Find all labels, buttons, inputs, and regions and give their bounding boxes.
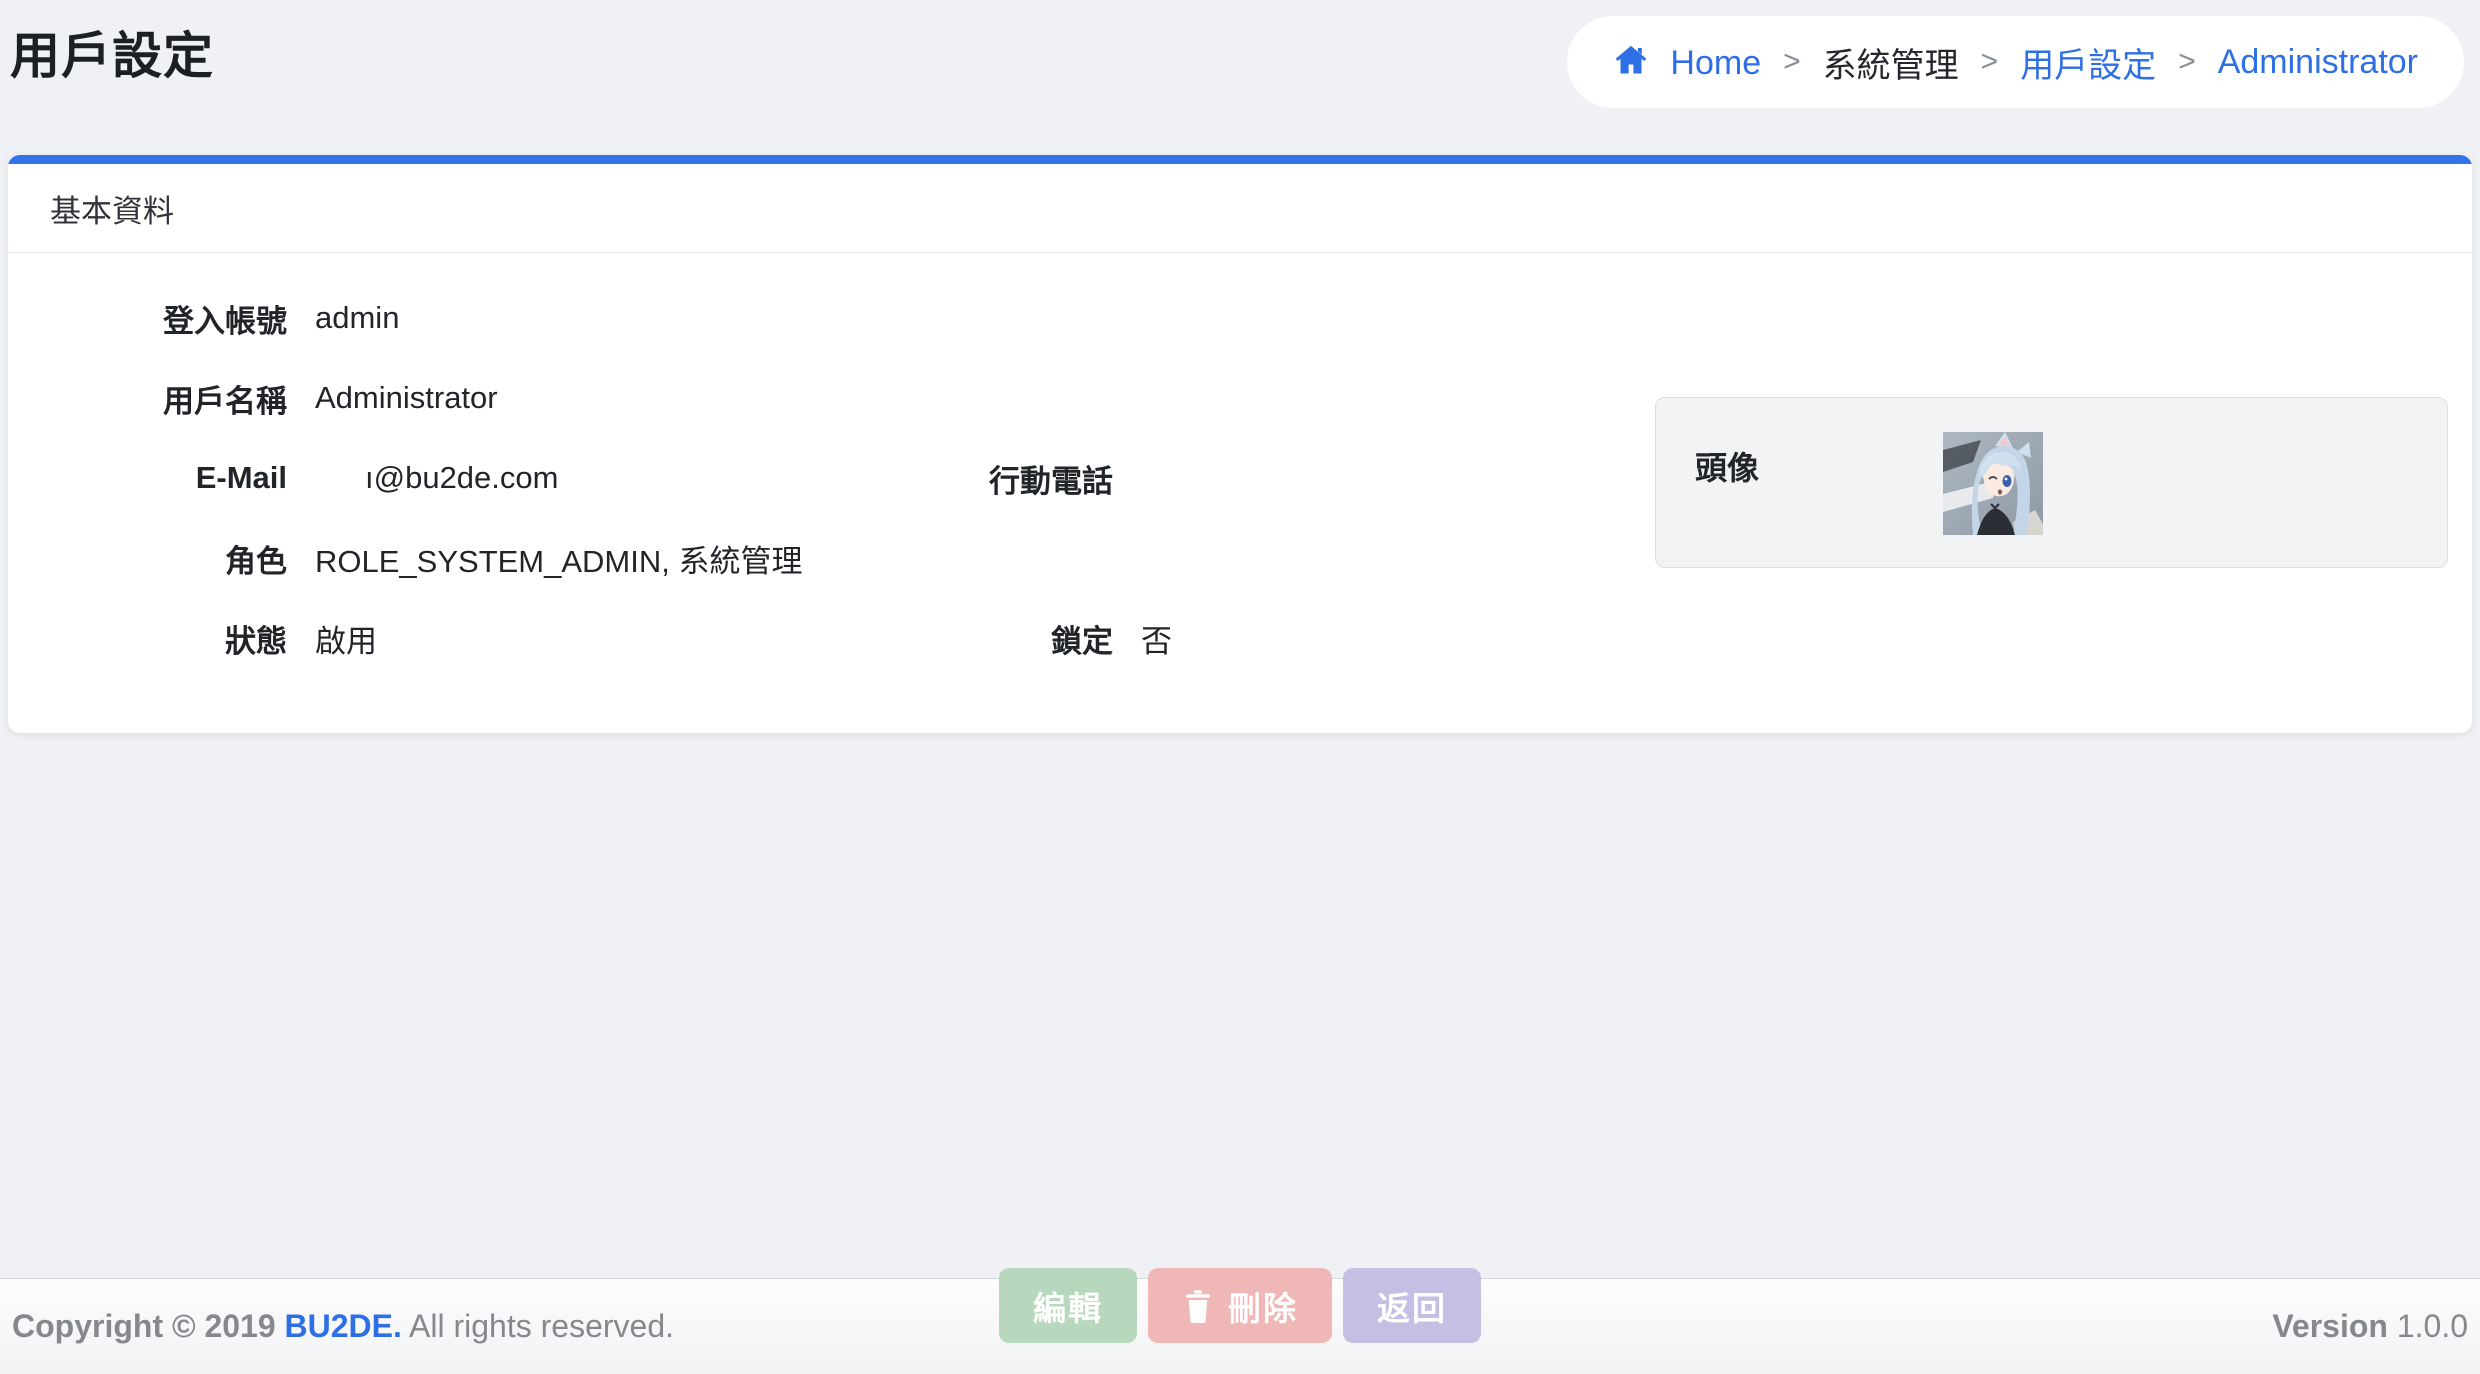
email-value: ı@bu2de.com (315, 460, 955, 496)
status-label: 狀態 (8, 616, 287, 661)
locked-label: 鎖定 (983, 616, 1113, 661)
card-body: 登入帳號 admin 用戶名稱 Administrator E-Mail ı@b… (8, 253, 2472, 732)
email-label: E-Mail (8, 460, 287, 496)
login-account-value: admin (315, 300, 955, 336)
edit-button[interactable]: 編輯 (999, 1268, 1137, 1343)
avatar-panel: 頭像 (1655, 397, 2448, 568)
avatar-label: 頭像 (1695, 443, 1759, 489)
status-value: 啟用 (315, 616, 955, 661)
avatar-image (1943, 432, 2043, 535)
login-account-label: 登入帳號 (8, 296, 287, 341)
action-bar: 編輯 刪除 返回 (0, 1268, 2480, 1343)
role-label: 角色 (8, 536, 287, 581)
breadcrumb-administrator[interactable]: Administrator (2218, 43, 2418, 82)
breadcrumb-system-admin: 系統管理 (1823, 38, 1959, 87)
user-name-value: Administrator (315, 380, 955, 416)
basic-info-card: 基本資料 登入帳號 admin 用戶名稱 Administrator E-Mai… (8, 155, 2472, 733)
edit-button-label: 編輯 (1033, 1282, 1103, 1330)
trash-icon (1182, 1289, 1214, 1323)
back-button-label: 返回 (1377, 1282, 1447, 1330)
page-title: 用戶設定 (10, 16, 214, 88)
delete-button[interactable]: 刪除 (1148, 1268, 1332, 1343)
breadcrumb-separator: > (2178, 45, 2196, 79)
breadcrumb-separator: > (1981, 45, 1999, 79)
breadcrumb: Home > 系統管理 > 用戶設定 > Administrator (1567, 16, 2464, 108)
card-accent-bar (8, 155, 2472, 164)
user-settings-page: 用戶設定 Home > 系統管理 > 用戶設定 > Administrator … (0, 0, 2480, 1374)
back-button[interactable]: 返回 (1343, 1268, 1481, 1343)
breadcrumb-home[interactable]: Home (1613, 42, 1761, 83)
breadcrumb-user-settings[interactable]: 用戶設定 (2020, 38, 2156, 87)
mobile-label: 行動電話 (983, 456, 1113, 501)
breadcrumb-separator: > (1783, 45, 1801, 79)
card-header: 基本資料 (8, 164, 2472, 253)
locked-value: 否 (1141, 616, 1648, 661)
delete-button-label: 刪除 (1228, 1282, 1298, 1330)
fields-grid: 登入帳號 admin 用戶名稱 Administrator E-Mail ı@b… (8, 278, 1648, 678)
role-value: ROLE_SYSTEM_ADMIN, 系統管理 (315, 536, 955, 581)
breadcrumb-home-label: Home (1670, 44, 1761, 82)
user-name-label: 用戶名稱 (8, 376, 287, 421)
home-icon (1613, 42, 1649, 78)
